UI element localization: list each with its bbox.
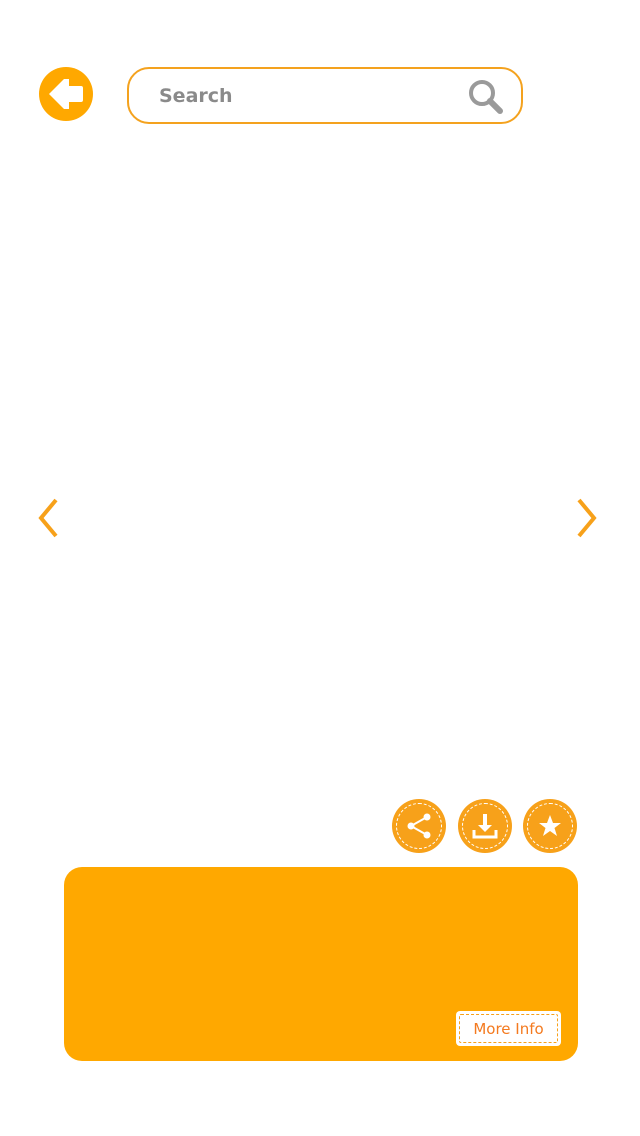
- more-info-button[interactable]: More Info: [456, 1011, 561, 1046]
- search-icon[interactable]: [467, 78, 505, 116]
- more-info-label: More Info: [459, 1014, 558, 1043]
- search-input[interactable]: [159, 77, 449, 115]
- favorite-button[interactable]: [523, 799, 577, 853]
- chevron-right-icon[interactable]: [576, 496, 598, 540]
- back-button[interactable]: [39, 67, 93, 121]
- share-button[interactable]: [392, 799, 446, 853]
- download-button-ring: [462, 803, 508, 849]
- info-panel: More Info: [64, 867, 578, 1061]
- back-arrow-icon: [49, 79, 83, 109]
- chevron-left-icon[interactable]: [37, 496, 59, 540]
- download-button[interactable]: [458, 799, 512, 853]
- favorite-button-ring: [527, 803, 573, 849]
- share-button-ring: [396, 803, 442, 849]
- download-icon: [472, 814, 498, 839]
- share-icon: [407, 813, 431, 839]
- star-icon: [539, 815, 561, 836]
- search-box: [127, 67, 523, 124]
